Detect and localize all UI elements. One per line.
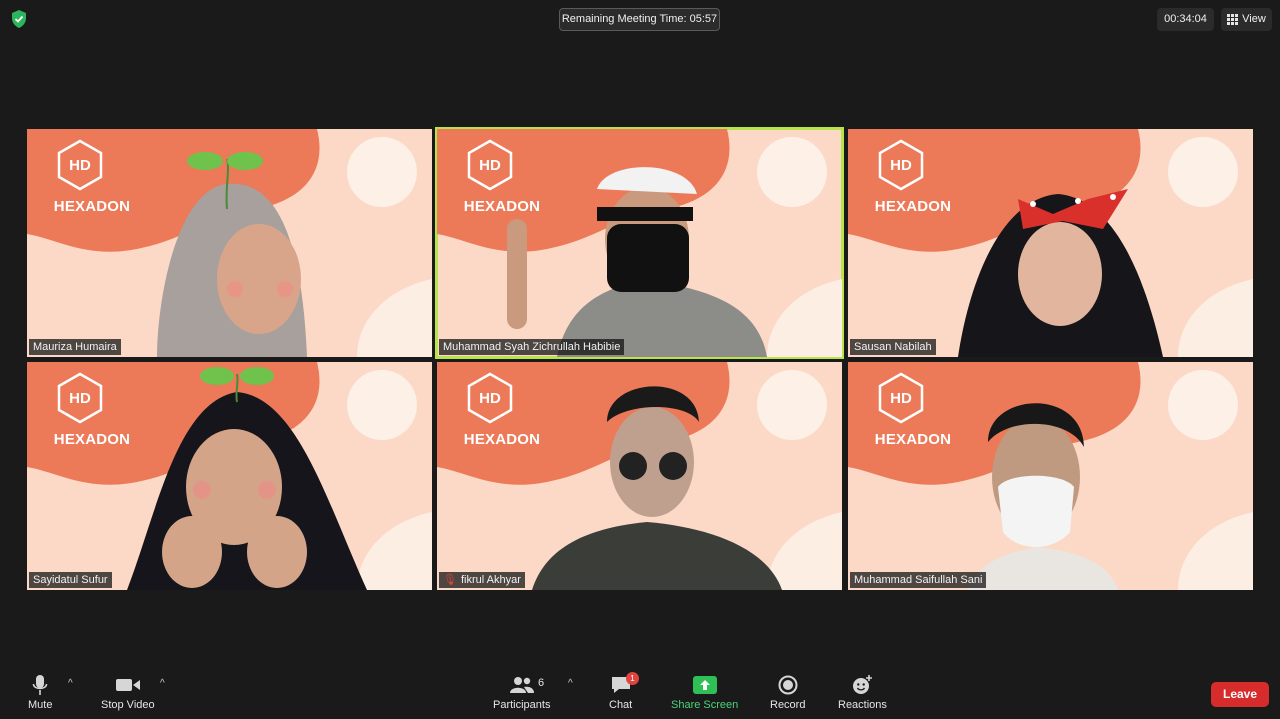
meeting-toolbar	[0, 660, 1280, 719]
video-camera-icon	[115, 679, 140, 691]
mic-muted-icon: 🎙	[443, 574, 457, 586]
audio-options-caret-icon[interactable]: ^	[68, 678, 73, 689]
video-tile-1[interactable]: HD HEXADON Mauriza Humaira	[27, 129, 432, 357]
video-tile-6[interactable]: HD HEXADON Muhammad Saifullah Sani	[848, 362, 1253, 590]
elapsed-timer: 00:34:04	[1157, 8, 1214, 31]
participant-name: Muhammad Syah Zichrullah Habibie	[439, 339, 625, 355]
zoom-meeting-window: Remaining Meeting Time: 05:57 00:34:04 V…	[0, 0, 1280, 719]
participants-label: Participants	[493, 699, 551, 711]
mute-label: Mute	[28, 699, 53, 711]
video-tile-3[interactable]: HD HEXADON Sausan Nabilah	[848, 129, 1253, 357]
grid-view-icon	[1227, 14, 1239, 25]
participant-video	[127, 367, 367, 590]
participant-video	[157, 152, 307, 357]
video-tile-5[interactable]: HD HEXADON 🎙 fikrul Akhyar	[437, 362, 842, 590]
video-options-caret-icon[interactable]: ^	[160, 678, 165, 689]
record-button[interactable]: Record	[770, 672, 805, 711]
stop-video-button[interactable]: Stop Video	[101, 672, 155, 711]
share-screen-icon	[692, 676, 717, 694]
leave-button[interactable]: Leave	[1211, 682, 1269, 707]
view-label: View	[1242, 13, 1266, 25]
share-screen-button[interactable]: Share Screen	[671, 672, 738, 711]
participant-name: 🎙 fikrul Akhyar	[439, 572, 525, 588]
stop-video-label: Stop Video	[101, 699, 155, 711]
record-icon	[778, 675, 798, 695]
video-tile-4[interactable]: HD HEXADON Sayidatul Sufur	[27, 362, 432, 590]
reactions-icon	[853, 675, 873, 694]
participants-count: 6	[538, 677, 545, 689]
participant-name: Muhammad Saifullah Sani	[850, 572, 987, 588]
participant-name: Sausan Nabilah	[850, 339, 936, 355]
reactions-button[interactable]: Reactions	[838, 672, 887, 711]
video-tile-2[interactable]: HD HEXADON Muhammad Syah Zichrullah Habi…	[435, 127, 844, 359]
participant-name: Mauriza Humaira	[29, 339, 121, 355]
record-label: Record	[770, 699, 806, 711]
view-button[interactable]: View	[1221, 8, 1272, 31]
participants-options-caret-icon[interactable]: ^	[568, 678, 573, 689]
share-screen-label: Share Screen	[671, 699, 739, 711]
remaining-meeting-time: Remaining Meeting Time: 05:57	[559, 8, 720, 31]
participant-name: Sayidatul Sufur	[29, 572, 112, 588]
reactions-label: Reactions	[838, 699, 887, 711]
chat-label: Chat	[609, 699, 633, 711]
participant-video	[532, 386, 782, 590]
shield-check-icon[interactable]	[9, 9, 29, 29]
participant-video	[958, 189, 1163, 357]
chat-unread-badge: 1	[626, 672, 639, 685]
mute-button[interactable]: Mute	[28, 672, 52, 711]
participant-video	[507, 167, 767, 357]
microphone-icon	[32, 675, 48, 695]
participant-video	[968, 403, 1118, 590]
participants-icon	[509, 677, 534, 693]
